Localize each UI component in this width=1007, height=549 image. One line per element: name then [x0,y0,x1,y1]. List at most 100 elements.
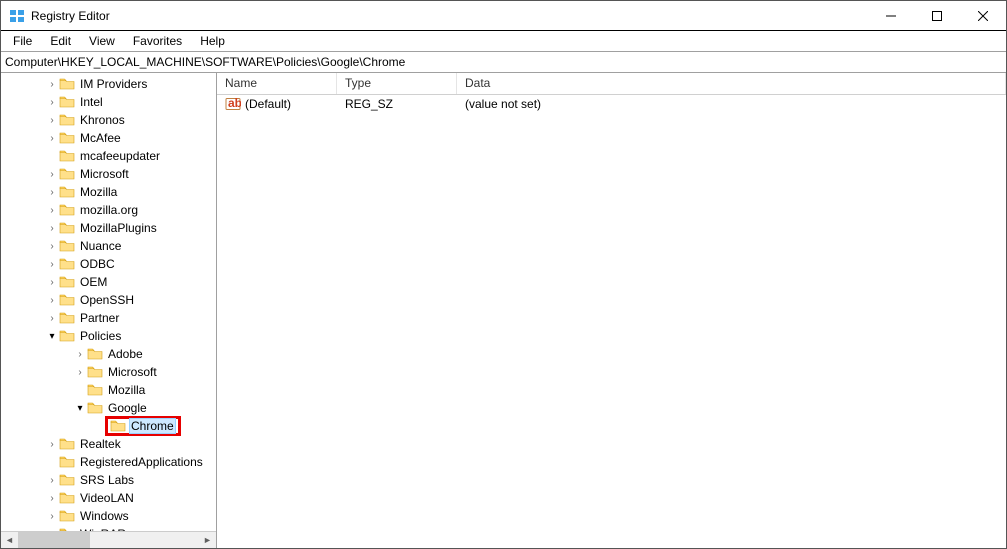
tree-node-label[interactable]: Realtek [78,437,123,451]
tree-node-label[interactable]: Chrome [129,418,176,434]
tree-node-label[interactable]: Mozilla [78,185,119,199]
menubar: File Edit View Favorites Help [1,31,1006,51]
column-name[interactable]: Name [217,73,337,94]
tree-node[interactable]: › Windows [1,507,216,525]
value-name: (Default) [245,97,291,111]
menu-favorites[interactable]: Favorites [125,33,190,49]
tree-node[interactable]: ▾ Google [1,399,216,417]
tree-node[interactable]: › Intel [1,93,216,111]
menu-help[interactable]: Help [192,33,233,49]
tree-node[interactable]: › Khronos [1,111,216,129]
tree-node[interactable]: › Mozilla [1,183,216,201]
tree-node[interactable]: Chrome [1,417,216,435]
values-header[interactable]: Name Type Data [217,73,1006,95]
tree-node-label[interactable]: Microsoft [78,167,131,181]
tree-node[interactable]: › Microsoft [1,363,216,381]
chevron-right-icon[interactable]: › [45,79,59,90]
tree-node[interactable]: › ODBC [1,255,216,273]
tree-node[interactable]: RegisteredApplications [1,453,216,471]
tree-node-label[interactable]: Partner [78,311,121,325]
chevron-right-icon[interactable]: › [45,511,59,522]
chevron-right-icon[interactable]: › [45,493,59,504]
chevron-right-icon[interactable]: › [45,439,59,450]
tree-node-label[interactable]: Intel [78,95,105,109]
chevron-right-icon[interactable]: › [45,97,59,108]
chevron-right-icon[interactable]: › [45,223,59,234]
tree-node[interactable]: › Microsoft [1,165,216,183]
titlebar[interactable]: Registry Editor [1,1,1006,31]
tree-node[interactable]: › OpenSSH [1,291,216,309]
tree-node[interactable]: › Partner [1,309,216,327]
tree-node[interactable]: › MozillaPlugins [1,219,216,237]
tree-node[interactable]: › Adobe [1,345,216,363]
scroll-right-arrow[interactable]: ► [199,532,216,549]
chevron-right-icon[interactable]: › [45,277,59,288]
chevron-right-icon[interactable]: › [45,133,59,144]
column-type[interactable]: Type [337,73,457,94]
tree-node-label[interactable]: Khronos [78,113,127,127]
tree-node-label[interactable]: Nuance [78,239,123,253]
chevron-right-icon[interactable]: › [45,241,59,252]
tree-node-label[interactable]: MozillaPlugins [78,221,159,235]
chevron-right-icon[interactable]: › [45,295,59,306]
tree-node[interactable]: mcafeeupdater [1,147,216,165]
tree-node-label[interactable]: ODBC [78,257,117,271]
tree-node-label[interactable]: Google [106,401,149,415]
tree-node-label[interactable]: McAfee [78,131,123,145]
chevron-right-icon[interactable]: › [45,475,59,486]
menu-view[interactable]: View [81,33,123,49]
close-button[interactable] [960,1,1006,31]
tree-node[interactable]: › OEM [1,273,216,291]
tree-node[interactable]: › Realtek [1,435,216,453]
chevron-right-icon[interactable]: › [45,259,59,270]
chevron-right-icon[interactable]: › [73,349,87,360]
tree-node[interactable]: › IM Providers [1,75,216,93]
chevron-right-icon[interactable]: › [45,313,59,324]
tree-node[interactable]: › McAfee [1,129,216,147]
chevron-right-icon[interactable]: › [73,367,87,378]
tree[interactable]: › IM Providers › Intel › Khronos › McAfee mcafee… [1,73,216,531]
chevron-right-icon[interactable]: › [45,115,59,126]
chevron-down-icon[interactable]: ▾ [73,403,87,414]
values-body[interactable]: ab(Default)REG_SZ(value not set) [217,95,1006,548]
maximize-button[interactable] [914,1,960,31]
tree-node-label[interactable]: RegisteredApplications [78,455,205,469]
chevron-down-icon[interactable]: ▾ [45,331,59,342]
tree-node-label[interactable]: Windows [78,509,131,523]
tree-horizontal-scrollbar[interactable]: ◄ ► [1,531,216,548]
scroll-track[interactable] [18,532,199,549]
content-area: › IM Providers › Intel › Khronos › McAfee mcafee… [1,73,1006,548]
scroll-left-arrow[interactable]: ◄ [1,532,18,549]
menu-file[interactable]: File [5,33,40,49]
menu-edit[interactable]: Edit [42,33,79,49]
scroll-thumb[interactable] [18,532,90,549]
tree-node-label[interactable]: OpenSSH [78,293,136,307]
tree-node-label[interactable]: IM Providers [78,77,149,91]
tree-node-label[interactable]: mozilla.org [78,203,140,217]
tree-node[interactable]: › Nuance [1,237,216,255]
folder-icon [59,131,75,145]
tree-node[interactable]: › VideoLAN [1,489,216,507]
value-row[interactable]: ab(Default)REG_SZ(value not set) [217,95,1006,113]
tree-node-label[interactable]: OEM [78,275,109,289]
tree-node[interactable]: › mozilla.org [1,201,216,219]
folder-icon [59,257,75,271]
minimize-button[interactable] [868,1,914,31]
tree-node[interactable]: › SRS Labs [1,471,216,489]
tree-node[interactable]: Mozilla [1,381,216,399]
tree-node-label[interactable]: Mozilla [106,383,147,397]
tree-node-label[interactable]: SRS Labs [78,473,136,487]
tree-node-label[interactable]: mcafeeupdater [78,149,162,163]
tree-node[interactable]: ▾ Policies [1,327,216,345]
tree-node-label[interactable]: Policies [78,329,123,343]
column-data[interactable]: Data [457,73,1006,94]
tree-node-label[interactable]: VideoLAN [78,491,136,505]
tree-node-label[interactable]: Microsoft [106,365,159,379]
chevron-right-icon[interactable]: › [45,187,59,198]
folder-icon [59,293,75,307]
folder-icon [87,347,103,361]
tree-node-label[interactable]: Adobe [106,347,145,361]
address-bar[interactable]: Computer\HKEY_LOCAL_MACHINE\SOFTWARE\Pol… [1,51,1006,73]
chevron-right-icon[interactable]: › [45,205,59,216]
chevron-right-icon[interactable]: › [45,169,59,180]
